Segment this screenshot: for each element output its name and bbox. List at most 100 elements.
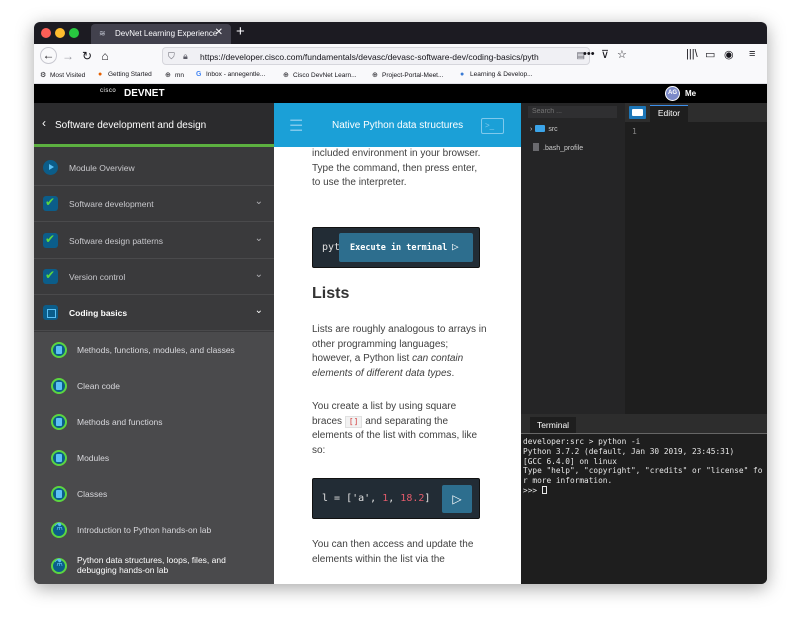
code-block: l = ['a', 1, 18.2] ▷ (312, 478, 480, 519)
close-window-button[interactable] (41, 28, 51, 38)
terminal-prompt[interactable]: >>> (523, 485, 765, 496)
hamburger-menu-icon[interactable]: ≡ (749, 48, 755, 60)
pocket-icon[interactable]: ⊽ (601, 48, 609, 61)
run-code-button[interactable]: ▷ (442, 485, 472, 513)
sidebar-subitem[interactable]: Clean code (34, 368, 274, 404)
code-editor[interactable]: Editor 1 (625, 103, 767, 414)
bookmark-item[interactable]: ● Getting Started (98, 71, 152, 78)
maximize-window-button[interactable] (69, 28, 79, 38)
sidebar-item-software-development[interactable]: Software development ⌄ (34, 186, 274, 222)
sidebar-subitem[interactable]: Introduction to Python hands-on lab (34, 512, 274, 548)
firefox-icon: ● (98, 71, 103, 78)
sidebar-item-software-design-patterns[interactable]: Software design patterns ⌄ (34, 223, 274, 259)
code-text: l = ['a', 1, 18.2] (322, 493, 431, 504)
minimize-window-button[interactable] (55, 28, 65, 38)
bookmark-item[interactable]: ⊕ Cisco DevNet Learn... (283, 71, 357, 79)
line-number: 1 (632, 127, 637, 136)
terminal-line: [GCC 6.4.0] on linux (523, 456, 617, 466)
address-bar[interactable]: ⛉ 🔒︎ https://developer.cisco.com/fundame… (162, 47, 590, 65)
avatar[interactable]: AG (665, 86, 680, 101)
forward-arrow-icon[interactable]: → (60, 48, 76, 64)
sidebar-subitem[interactable]: Methods and functions (34, 404, 274, 440)
tab-terminal[interactable]: Terminal (530, 417, 576, 433)
sidebar-item-label: Module Overview (69, 163, 135, 173)
check-icon (43, 268, 58, 284)
terminal-output[interactable]: developer:src > python -i Python 3.7.2 (… (521, 433, 767, 584)
library-icon[interactable]: |||\ (686, 48, 698, 60)
access-paragraph: You can then access and update the eleme… (312, 539, 474, 565)
tree-item-file[interactable]: .bash_profile (533, 143, 583, 152)
flask-icon (51, 522, 67, 538)
user-menu[interactable]: Me (685, 89, 696, 98)
bookmark-item[interactable]: G Inbox - annegentle... (196, 71, 265, 78)
devnet-logo[interactable]: DEVNET (124, 88, 165, 99)
file-icon (533, 143, 539, 151)
shield-icon[interactable]: ⛉ (168, 51, 175, 62)
sidebar-subitem[interactable]: Classes (34, 476, 274, 512)
terminal-line: Type "help", "copyright", "credits" or "… (523, 466, 763, 476)
sidebar-subitem[interactable]: Methods, functions, modules, and classes (34, 332, 274, 368)
chevron-down-icon[interactable]: ⌄ (255, 269, 263, 280)
open-folder-icon[interactable] (629, 106, 646, 119)
sidebar-header[interactable]: ‹ Software development and design (34, 103, 274, 147)
play-icon (43, 160, 58, 175)
lists-paragraph: Lists are roughly analogous to arrays in… (312, 324, 487, 379)
lock-icon[interactable]: 🔒︎ (183, 51, 188, 62)
back-arrow-icon[interactable]: ← (40, 47, 57, 64)
tree-item-folder[interactable]: › src (530, 125, 558, 133)
bookmarks-toolbar: ⚙ Most Visited ● Getting Started ⊕ mn G Inbo… (34, 68, 767, 84)
terminal-icon[interactable]: >_ (481, 118, 504, 134)
browser-window: ≋ DevNet Learning Experience ✕ + ← → ↻ ⌂… (34, 22, 767, 584)
chevron-down-icon[interactable]: ⌄ (255, 196, 263, 207)
chevron-down-icon[interactable]: ⌄ (255, 305, 263, 316)
sidebar-toggle-icon[interactable]: ▭ (705, 48, 715, 61)
bookmark-star-icon[interactable]: ☆ (617, 48, 627, 61)
sidebar-subitem[interactable]: Modules (34, 440, 274, 476)
reload-icon[interactable]: ↻ (79, 48, 95, 64)
file-search-input[interactable] (528, 106, 617, 118)
new-tab-button[interactable]: + (236, 23, 245, 40)
gear-icon: ⚙ (40, 72, 47, 79)
intro-paragraph: included environment in your browser. Ty… (312, 148, 481, 188)
sidebar-item-label: Software design patterns (69, 236, 164, 246)
account-icon[interactable]: ◉ (724, 48, 734, 61)
file-explorer: ›src .bash_profile (521, 103, 625, 414)
document-icon (51, 342, 67, 358)
editor-tab-bar: Editor (625, 103, 767, 122)
sidebar-item-coding-basics[interactable]: Coding basics ⌄ (34, 295, 274, 331)
sidebar-item-label: Version control (69, 272, 126, 282)
terminal-cursor (541, 485, 547, 494)
sidebar-item-version-control[interactable]: Version control ⌄ (34, 259, 274, 295)
close-tab-icon[interactable]: ✕ (215, 27, 223, 38)
tab-title: DevNet Learning Experience (115, 29, 218, 38)
ide-panel: ›src .bash_profile Editor 1 Terminal dev… (521, 103, 767, 584)
globe-icon: ⊕ (283, 72, 289, 79)
sidebar-item-module-overview[interactable]: Module Overview (34, 150, 274, 186)
menu-icon[interactable]: ☰ (289, 116, 303, 136)
bookmark-item[interactable]: ⚙ Most Visited (40, 71, 85, 79)
tab-editor[interactable]: Editor (650, 105, 688, 122)
sidebar-item-label: Software development (69, 199, 154, 209)
url-text[interactable]: https://developer.cisco.com/fundamentals… (200, 52, 550, 62)
document-icon (51, 378, 67, 394)
terminal-tab-bar: Terminal (521, 414, 767, 433)
browser-tab[interactable]: ≋ DevNet Learning Experience ✕ (91, 24, 231, 44)
more-actions-icon[interactable]: ••• (583, 48, 595, 60)
bookmark-item[interactable]: ● Learning & Develop... (460, 71, 533, 78)
cisco-logo[interactable]: cisco (100, 88, 116, 94)
check-icon (43, 195, 58, 211)
globe-icon: ⊕ (372, 72, 378, 79)
sidebar-subitem-active[interactable]: Python data structures, loops, files, an… (34, 548, 274, 584)
execute-in-terminal-button[interactable]: Execute in terminal ▷ (339, 233, 473, 262)
chevron-left-icon[interactable]: ‹ (42, 116, 46, 130)
home-icon[interactable]: ⌂ (97, 48, 113, 64)
globe-icon: ⊕ (165, 72, 171, 79)
chevron-down-icon[interactable]: ⌄ (255, 233, 263, 244)
bookmark-item[interactable]: ⊕ mn (165, 71, 184, 79)
play-icon: ▷ (452, 240, 459, 253)
terminal-line: developer:src > python -i (523, 437, 641, 446)
sidebar-title: Software development and design (55, 120, 207, 131)
bookmark-item[interactable]: ⊕ Project-Portal-Meet... (372, 71, 443, 79)
google-icon: G (196, 71, 202, 78)
flask-icon (51, 558, 67, 574)
